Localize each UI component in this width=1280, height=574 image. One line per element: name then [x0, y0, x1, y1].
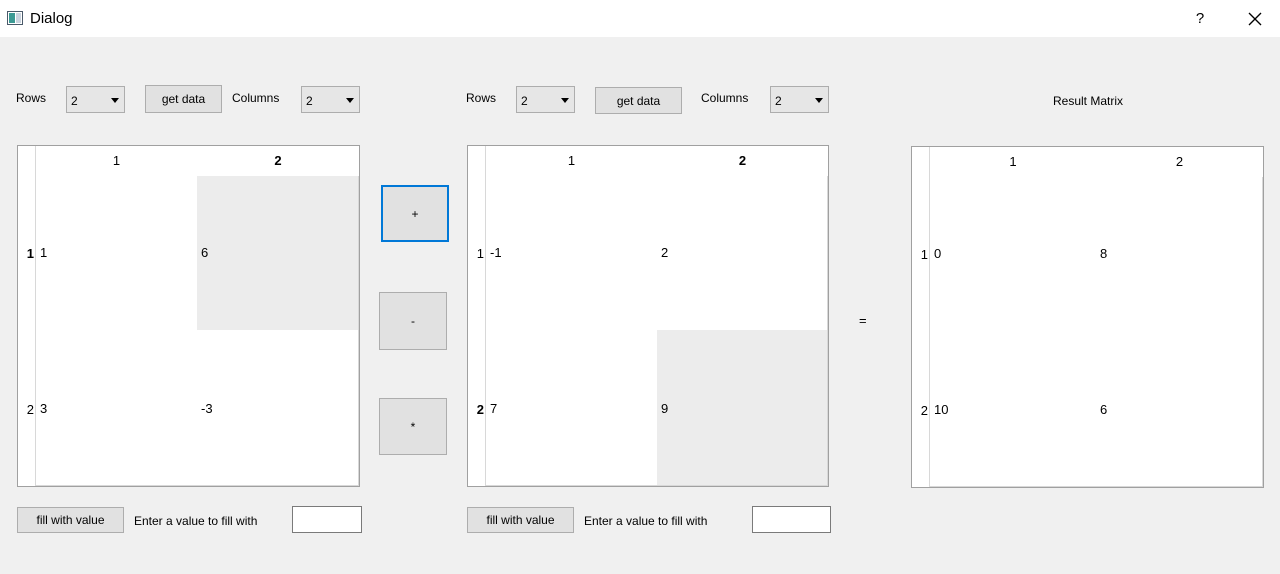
result-cell-1-1[interactable]: 0 [930, 177, 1097, 332]
result-row-header-column [912, 147, 930, 487]
left-rows-label: Rows [16, 91, 47, 105]
right-col-header-1[interactable]: 1 [486, 146, 657, 176]
left-fill-input[interactable] [292, 506, 362, 533]
right-fill-prompt: Enter a value to fill with [584, 514, 708, 528]
left-row-header-column [18, 146, 36, 486]
right-cell-value: 9 [661, 401, 669, 416]
left-col-header-2[interactable]: 2 [197, 146, 359, 176]
left-matrix-table: 1 2 1 2 1 6 3 -3 [17, 145, 360, 487]
left-cell-value: 6 [201, 245, 209, 260]
left-cell-value: 3 [40, 401, 48, 416]
right-col-header-2[interactable]: 2 [657, 146, 828, 176]
right-cell-value: -1 [490, 245, 502, 260]
right-columns-label: Columns [701, 91, 749, 105]
result-cell-value: 8 [1100, 246, 1108, 261]
left-fill-button[interactable]: fill with value [17, 507, 124, 533]
chevron-down-icon [346, 98, 354, 103]
result-row-header-2[interactable]: 2 [912, 403, 930, 418]
chevron-down-icon [815, 98, 823, 103]
result-cell-2-2[interactable]: 6 [1096, 331, 1263, 487]
right-cell-1-1[interactable]: -1 [486, 176, 658, 331]
help-button[interactable]: ? [1188, 8, 1212, 30]
right-row-header-1[interactable]: 1 [468, 246, 486, 261]
result-col-header-2[interactable]: 2 [1096, 147, 1263, 177]
left-cell-1-2[interactable]: 6 [197, 176, 359, 331]
left-columns-select[interactable]: 2 [301, 86, 360, 113]
result-cell-2-1[interactable]: 10 [930, 331, 1097, 487]
result-cell-1-2[interactable]: 8 [1096, 177, 1263, 332]
left-row-header-2[interactable]: 2 [18, 402, 36, 417]
right-fill-input[interactable] [752, 506, 831, 533]
right-rows-value: 2 [521, 94, 528, 108]
right-columns-select[interactable]: 2 [770, 86, 829, 113]
left-rows-select[interactable]: 2 [66, 86, 125, 113]
chevron-down-icon [561, 98, 569, 103]
result-cell-value: 0 [934, 246, 942, 261]
left-rows-value: 2 [71, 94, 78, 108]
right-cell-2-1[interactable]: 7 [486, 330, 658, 486]
app-icon [7, 11, 23, 25]
title-bar: Dialog ? [0, 0, 1280, 37]
right-get-data-button[interactable]: get data [595, 87, 682, 114]
result-col-header-1[interactable]: 1 [930, 147, 1096, 177]
left-get-data-button[interactable]: get data [145, 85, 222, 113]
right-cell-value: 7 [490, 401, 498, 416]
left-cell-value: 1 [40, 245, 48, 260]
chevron-down-icon [111, 98, 119, 103]
left-columns-label: Columns [232, 91, 280, 105]
left-col-header-1[interactable]: 1 [36, 146, 197, 176]
result-row-header-1[interactable]: 1 [912, 247, 930, 262]
left-columns-value: 2 [306, 94, 313, 108]
right-row-header-column [468, 146, 486, 486]
left-fill-prompt: Enter a value to fill with [134, 514, 258, 528]
left-cell-2-1[interactable]: 3 [36, 330, 198, 486]
left-cell-2-2[interactable]: -3 [197, 330, 359, 486]
result-cell-value: 6 [1100, 402, 1108, 417]
left-cell-1-1[interactable]: 1 [36, 176, 198, 331]
right-rows-label: Rows [466, 91, 497, 105]
right-fill-button[interactable]: fill with value [467, 507, 574, 533]
result-cell-value: 10 [934, 402, 949, 417]
equals-sign: = [859, 313, 867, 328]
right-rows-select[interactable]: 2 [516, 86, 575, 113]
close-button[interactable] [1242, 6, 1268, 32]
left-row-header-1[interactable]: 1 [18, 246, 36, 261]
multiply-button[interactable]: * [379, 398, 447, 455]
right-cell-value: 2 [661, 245, 669, 260]
right-cell-2-2[interactable]: 9 [657, 330, 828, 486]
right-row-header-2[interactable]: 2 [468, 402, 486, 417]
right-matrix-table: 1 2 1 2 -1 2 7 9 [467, 145, 829, 487]
result-matrix-table: 1 2 1 2 0 8 10 6 [911, 146, 1264, 488]
result-title: Result Matrix [1053, 94, 1124, 108]
add-button[interactable]: + [381, 185, 449, 242]
close-icon [1248, 12, 1262, 26]
window-title: Dialog [30, 10, 73, 27]
right-cell-1-2[interactable]: 2 [657, 176, 828, 331]
right-columns-value: 2 [775, 94, 782, 108]
left-cell-value: -3 [201, 401, 213, 416]
subtract-button[interactable]: - [379, 292, 447, 350]
